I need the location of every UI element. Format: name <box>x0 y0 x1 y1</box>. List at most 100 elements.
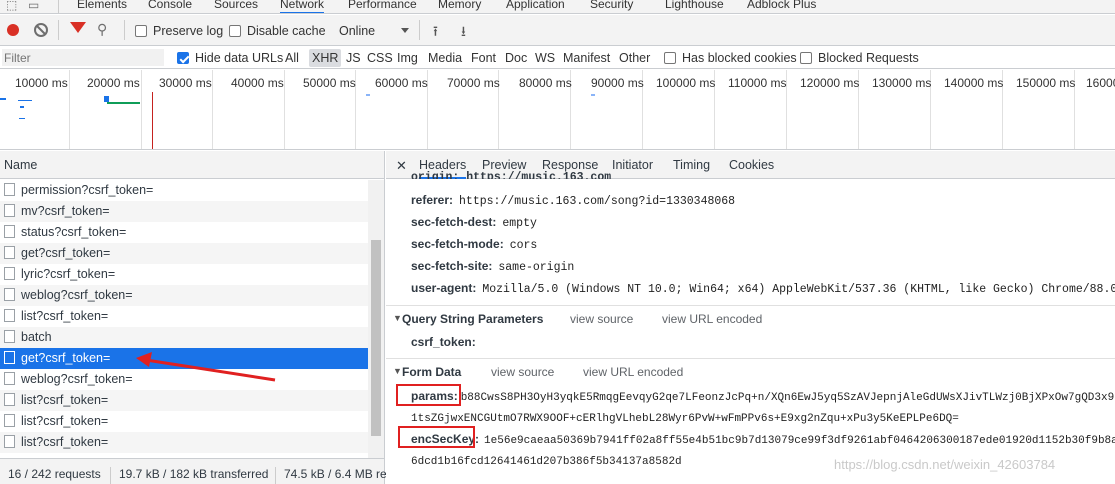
type-filter-manifest[interactable]: Manifest <box>563 51 610 65</box>
type-filter-all[interactable]: All <box>285 51 299 65</box>
tab-memory[interactable]: Memory <box>438 0 481 11</box>
filter-icon[interactable] <box>70 22 86 33</box>
request-row[interactable]: get?csrf_token= <box>0 243 368 264</box>
request-row[interactable]: list?csrf_token= <box>0 432 368 453</box>
record-icon[interactable] <box>7 24 19 36</box>
tab-cookies[interactable]: Cookies <box>729 158 774 172</box>
chevron-down-icon[interactable] <box>401 28 409 33</box>
waterfall-bar <box>0 98 6 100</box>
throttling-select[interactable]: Online <box>339 24 375 38</box>
tick-label: 140000 ms <box>944 76 1004 90</box>
request-row[interactable]: mv?csrf_token= <box>0 201 368 222</box>
tab-initiator[interactable]: Initiator <box>612 158 653 172</box>
type-filter-other[interactable]: Other <box>619 51 650 65</box>
request-row[interactable]: weblog?csrf_token= <box>0 285 368 306</box>
form-param-params: params: b88CwsS8PH3OyH3yqkE5RmqgEevqyG2qe… <box>411 389 1114 404</box>
header-user-agent: user-agent: Mozilla/5.0 (Windows NT 10.0;… <box>411 281 1115 296</box>
inspect-icon[interactable]: ⬚ <box>6 0 17 12</box>
header-key: user-agent: <box>411 281 477 295</box>
view-url-encoded-link[interactable]: view URL encoded <box>583 365 683 379</box>
request-row[interactable]: list?csrf_token= <box>0 390 368 411</box>
query-string-section-header[interactable]: ▼ Query String Parameters view source vi… <box>386 305 1115 331</box>
form-param-encseckey: encSecKey: 1e56e9caeaa50369b7941ff02a8ff5… <box>411 432 1115 447</box>
view-source-link[interactable]: view source <box>491 365 554 379</box>
view-url-encoded-link[interactable]: view URL encoded <box>662 312 762 326</box>
tick-label: 40000 ms <box>231 76 284 90</box>
request-details-panel: ✕ Headers Preview Response Initiator Tim… <box>386 151 1115 484</box>
tab-console[interactable]: Console <box>148 0 192 11</box>
triangle-down-icon: ▼ <box>393 313 402 323</box>
form-data-section-header[interactable]: ▼ Form Data view source view URL encoded <box>386 358 1115 384</box>
request-list-scrollbar[interactable] <box>368 180 384 458</box>
type-filter-js[interactable]: JS <box>346 51 361 65</box>
request-row[interactable]: lyric?csrf_token= <box>0 264 368 285</box>
document-icon <box>4 246 15 259</box>
has-blocked-cookies-label: Has blocked cookies <box>682 51 797 65</box>
type-filter-font[interactable]: Font <box>471 51 496 65</box>
header-value: same-origin <box>498 261 575 274</box>
tick-label: 20000 ms <box>87 76 140 90</box>
header-value: https://music.163.com/song?id=1330348068 <box>459 195 736 208</box>
divider <box>419 20 420 40</box>
device-toolbar-icon[interactable]: ▭ <box>28 0 39 12</box>
tab-lighthouse[interactable]: Lighthouse <box>665 0 724 11</box>
param-value: 6dcd1b16fcd12641461d207b386f5b34137a8582… <box>411 456 682 468</box>
clear-icon[interactable] <box>34 23 48 37</box>
request-name: status?csrf_token= <box>21 225 127 239</box>
tick-label: 10000 ms <box>15 76 68 90</box>
header-sec-fetch-site: sec-fetch-site: same-origin <box>411 259 574 274</box>
tab-preview[interactable]: Preview <box>482 158 526 172</box>
request-row[interactable]: batch <box>0 327 368 348</box>
tab-performance[interactable]: Performance <box>348 0 417 11</box>
import-har-icon[interactable]: ⭱ <box>433 21 438 45</box>
preserve-log-checkbox[interactable] <box>135 25 147 37</box>
grid-line <box>212 70 213 149</box>
tab-network[interactable]: Network <box>280 0 325 13</box>
tab-security[interactable]: Security <box>590 0 633 11</box>
disable-cache-checkbox[interactable] <box>229 25 241 37</box>
tab-response[interactable]: Response <box>542 158 598 172</box>
document-icon <box>4 330 15 343</box>
has-blocked-cookies-checkbox[interactable] <box>664 52 676 64</box>
header-sec-fetch-dest: sec-fetch-dest: empty <box>411 215 537 230</box>
tab-application[interactable]: Application <box>506 0 565 11</box>
resources-size: 74.5 kB / 6.4 MB re <box>284 467 387 481</box>
type-filter-media[interactable]: Media <box>428 51 462 65</box>
search-icon[interactable]: ⚲ <box>97 21 107 38</box>
request-row[interactable]: list?csrf_token= <box>0 411 368 432</box>
type-filter-ws[interactable]: WS <box>535 51 555 65</box>
request-row[interactable]: status?csrf_token= <box>0 222 368 243</box>
timeline-overview[interactable]: 10000 ms 20000 ms 30000 ms 40000 ms 5000… <box>0 70 1115 150</box>
divider <box>58 20 59 40</box>
tab-timing[interactable]: Timing <box>673 158 710 172</box>
document-icon <box>4 204 15 217</box>
request-row[interactable]: list?csrf_token= <box>0 306 368 327</box>
type-filter-xhr[interactable]: XHR <box>309 49 342 67</box>
view-source-link[interactable]: view source <box>570 312 633 326</box>
tab-elements[interactable]: Elements <box>77 0 127 11</box>
annotation-arrow <box>136 352 276 382</box>
name-column-header[interactable]: Name <box>0 151 384 179</box>
filter-input[interactable] <box>2 49 164 66</box>
divider <box>58 0 59 13</box>
scrollbar-thumb[interactable] <box>371 240 381 436</box>
tab-adblock-plus[interactable]: Adblock Plus <box>747 0 816 11</box>
watermark: https://blog.csdn.net/weixin_42603784 <box>834 457 1056 472</box>
type-filter-css[interactable]: CSS <box>367 51 393 65</box>
export-har-icon[interactable]: ⭳ <box>461 21 466 45</box>
tab-sources[interactable]: Sources <box>214 0 258 11</box>
request-name: permission?csrf_token= <box>21 183 154 197</box>
devtools-tab-bar: ⬚ ▭ Elements Console Sources Network Per… <box>0 0 1115 14</box>
tick-label: 110000 ms <box>728 76 787 90</box>
header-sec-fetch-mode: sec-fetch-mode: cors <box>411 237 537 252</box>
hide-data-urls-label: Hide data URLs <box>195 51 284 65</box>
request-row[interactable]: permission?csrf_token= <box>0 180 368 201</box>
preserve-log-label: Preserve log <box>153 24 224 38</box>
hide-data-urls-checkbox[interactable] <box>177 52 189 64</box>
param-key: csrf_token: <box>411 335 476 349</box>
tick-label: 120000 ms <box>800 76 860 90</box>
type-filter-doc[interactable]: Doc <box>505 51 527 65</box>
type-filter-img[interactable]: Img <box>397 51 418 65</box>
blocked-requests-checkbox[interactable] <box>800 52 812 64</box>
close-icon[interactable]: ✕ <box>396 158 407 174</box>
